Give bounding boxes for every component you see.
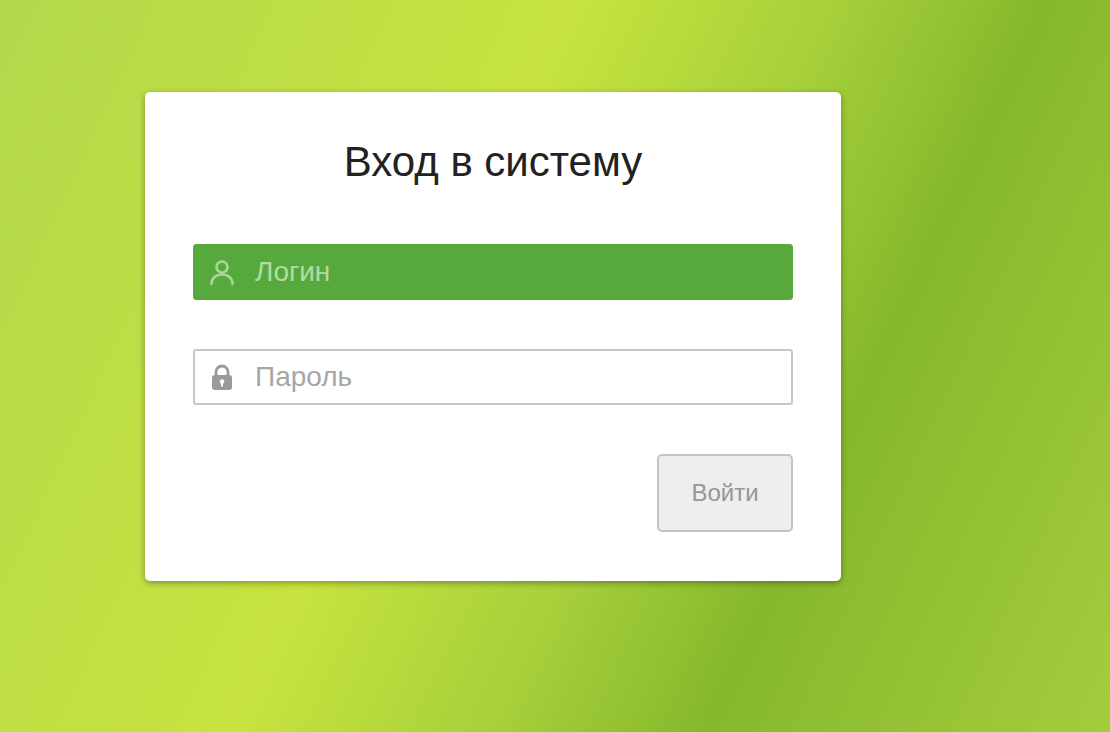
lock-icon (207, 362, 237, 392)
login-button[interactable]: Войти (657, 454, 793, 532)
button-row: Войти (193, 454, 793, 532)
login-form: Войти (193, 244, 793, 532)
user-icon (207, 257, 237, 287)
password-field[interactable] (193, 349, 793, 405)
login-title: Вход в систему (193, 134, 793, 190)
login-card: Вход в систему Войти (145, 92, 841, 581)
login-input[interactable] (255, 251, 779, 293)
password-input[interactable] (255, 356, 779, 398)
login-page: Вход в систему Войти (0, 0, 1110, 732)
login-field[interactable] (193, 244, 793, 300)
